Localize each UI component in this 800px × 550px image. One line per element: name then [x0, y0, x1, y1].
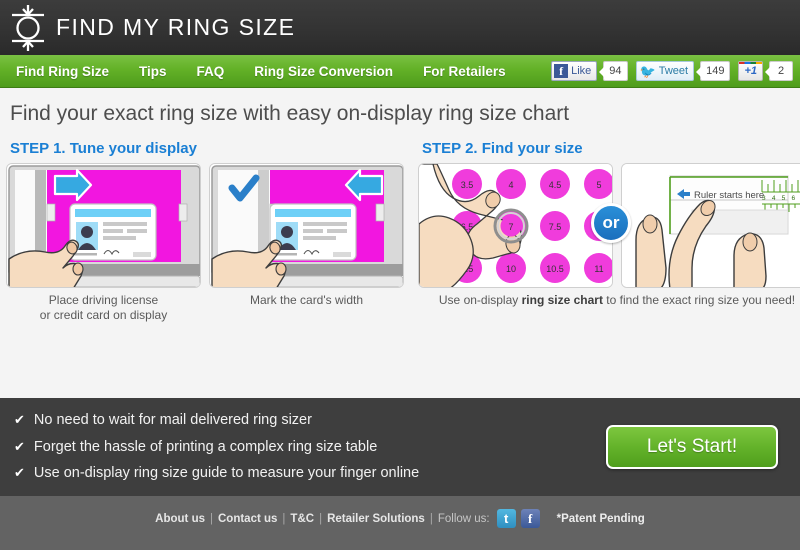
nav-ring-size-conversion[interactable]: Ring Size Conversion [254, 64, 393, 79]
checkmark-icon: ✔ [14, 411, 25, 427]
footer-separator: | [282, 512, 286, 525]
ring-sizer-logo-icon [12, 4, 44, 51]
site-header: FIND MY RING SIZE [0, 0, 800, 55]
twitter-icon: 🐦 [639, 63, 656, 79]
steps-container: STEP 1. Tune your display Place driving … [0, 140, 800, 323]
or-badge: or [591, 203, 631, 243]
social-buttons: f Like 94 🐦 Tweet 149 +1 2 [551, 61, 793, 81]
svg-text:5: 5 [596, 180, 601, 190]
step-2-panel-ruler[interactable]: Ruler starts here 3 4 5 6 7 8 9 1 [621, 163, 800, 288]
step-1-caption-a-line2: or credit card on display [39, 308, 168, 322]
checkmark-icon: ✔ [14, 465, 25, 481]
benefit-item: ✔ Use on-display ring size guide to meas… [14, 460, 606, 487]
footer-link-tc[interactable]: T&C [290, 513, 314, 525]
step-1-caption-a: Place driving license or credit card on … [6, 293, 201, 323]
google-plus-one-count: 2 [765, 61, 793, 81]
id-card-illustration [269, 203, 357, 261]
step-2-column: STEP 2. Find your size 3.5 4 4.5 5 6.5 7… [418, 140, 800, 323]
google-plus-one-widget[interactable]: +1 2 [738, 61, 793, 81]
step-1-panels [6, 163, 404, 288]
step-1-title: STEP 1. Tune your display [10, 140, 197, 157]
nav-tips[interactable]: Tips [139, 64, 167, 79]
step-2-panels: 3.5 4 4.5 5 6.5 7.5 8 9.5 10 10.5 11 [418, 163, 800, 288]
site-footer: About us | Contact us | T&C | Retailer S… [0, 496, 800, 550]
step-2-caption-prefix: Use on-display [438, 293, 522, 307]
footer-links: About us | Contact us | T&C | Retailer S… [155, 509, 645, 528]
facebook-like-button[interactable]: f Like [551, 61, 598, 81]
benefit-item: ✔ No need to wait for mail delivered rin… [14, 407, 606, 434]
site-title: FIND MY RING SIZE [56, 14, 296, 40]
twitter-tweet-count: 149 [696, 61, 731, 81]
benefit-text: Forget the hassle of printing a complex … [33, 438, 378, 455]
step-2-panel-chart[interactable]: 3.5 4 4.5 5 6.5 7.5 8 9.5 10 10.5 11 [418, 163, 613, 288]
svg-text:4.5: 4.5 [549, 180, 562, 190]
step-1-column: STEP 1. Tune your display Place driving … [6, 140, 404, 323]
patent-pending-text: *Patent Pending [556, 512, 645, 525]
twitter-tweet-button[interactable]: 🐦 Tweet [635, 61, 695, 81]
svg-text:4: 4 [508, 180, 513, 190]
checkmark-icon: ✔ [14, 438, 25, 454]
footer-follow-label: Follow us: [437, 512, 490, 525]
step-2-caption-suffix: to find the exact ring size you need! [602, 293, 796, 307]
facebook-like-label: Like [571, 65, 592, 77]
svg-text:10.5: 10.5 [546, 264, 564, 274]
page-headline: Find your exact ring size with easy on-d… [10, 102, 570, 125]
step-2-caption: Use on-display ring size chart to find t… [418, 293, 800, 307]
id-card-illustration [69, 203, 157, 261]
twitter-tweet-label: Tweet [658, 65, 689, 77]
footer-link-contact-us[interactable]: Contact us [218, 513, 277, 525]
step-1-caption-b-text: Mark the card's width [250, 293, 363, 307]
ruler-numbers: 3 4 5 6 7 8 9 1 [762, 195, 800, 202]
facebook-like-count: 94 [599, 61, 628, 81]
ruler-label-text: Ruler starts here [694, 190, 764, 201]
nav-find-ring-size[interactable]: Find Ring Size [16, 64, 109, 79]
benefit-text: No need to wait for mail delivered ring … [33, 411, 312, 428]
svg-text:10: 10 [506, 264, 516, 274]
svg-text:3.5: 3.5 [461, 180, 474, 190]
twitter-tweet-widget[interactable]: 🐦 Tweet 149 [635, 61, 731, 81]
main-nav: Find Ring Size Tips FAQ Ring Size Conver… [0, 55, 800, 88]
footer-separator: | [210, 512, 213, 525]
main-content: Find your exact ring size with easy on-d… [0, 88, 800, 398]
svg-text:7: 7 [508, 222, 513, 232]
nav-for-retailers[interactable]: For Retailers [423, 64, 506, 79]
benefits-band: ✔ No need to wait for mail delivered rin… [0, 398, 800, 496]
step-1-captions: Place driving license or credit card on … [6, 288, 404, 323]
step-2-caption-bold: ring size chart [521, 293, 603, 307]
step-1-caption-b: Mark the card's width [209, 293, 404, 323]
lets-start-button[interactable]: Let's Start! [606, 425, 778, 469]
svg-text:11: 11 [594, 264, 603, 274]
footer-separator: | [319, 512, 323, 525]
footer-separator: | [429, 512, 433, 525]
svg-text:7.5: 7.5 [549, 222, 562, 232]
footer-link-retailer-solutions[interactable]: Retailer Solutions [327, 513, 425, 525]
nav-faq[interactable]: FAQ [197, 64, 225, 79]
benefit-item: ✔ Forget the hassle of printing a comple… [14, 434, 606, 461]
step-1-caption-a-line1: Place driving license [48, 293, 159, 307]
twitter-icon[interactable]: t [496, 509, 516, 528]
google-plus-one-button[interactable]: +1 [738, 61, 763, 81]
benefit-text: Use on-display ring size guide to measur… [33, 465, 420, 482]
facebook-like-widget[interactable]: f Like 94 [551, 61, 628, 81]
step-2-title: STEP 2. Find your size [422, 140, 583, 157]
benefits-list: ✔ No need to wait for mail delivered rin… [14, 407, 606, 487]
footer-link-about-us[interactable]: About us [155, 513, 205, 525]
facebook-icon: f [554, 64, 569, 78]
facebook-icon[interactable]: f [520, 509, 540, 528]
step-1-panel-a[interactable] [6, 163, 201, 288]
step-1-panel-b[interactable] [209, 163, 404, 288]
